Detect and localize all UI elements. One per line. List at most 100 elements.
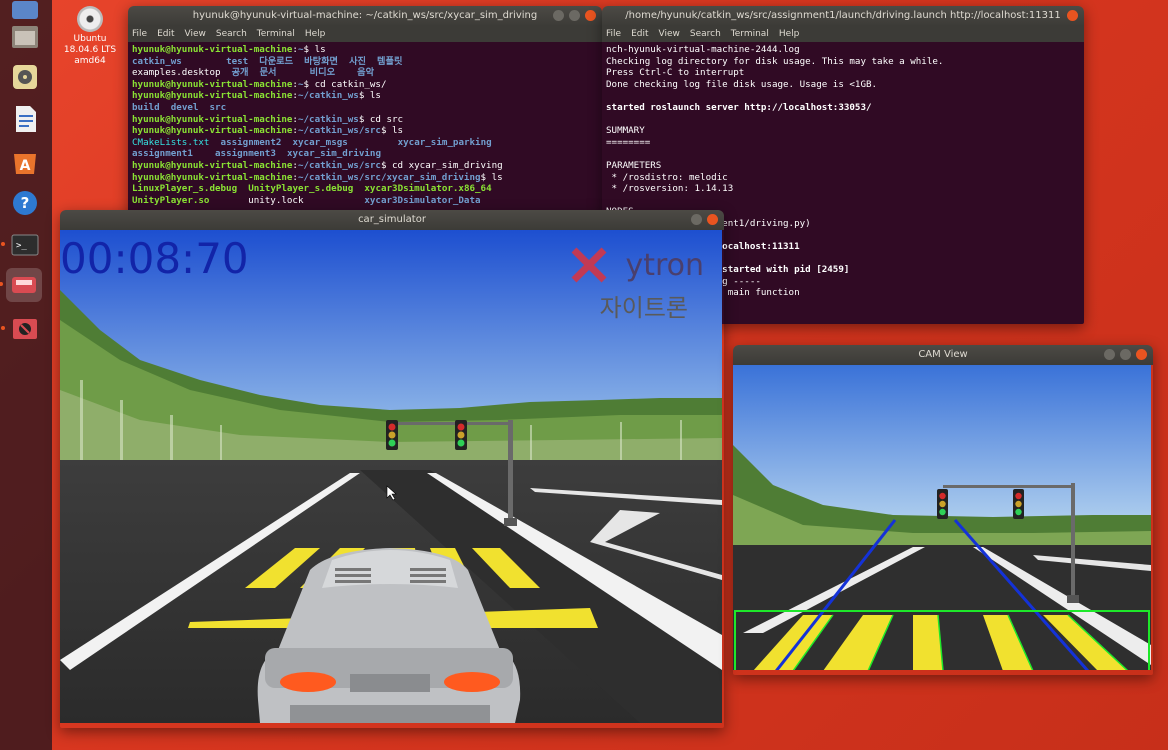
terminal-text: 다운로드: [259, 55, 294, 67]
terminal-line: LinuxPlayer_s.debug UnityPlayer_s.debug …: [132, 183, 598, 195]
terminal-text: examples.desktop: [132, 67, 232, 79]
terminal-1-output[interactable]: hyunuk@hyunuk-virtual-machine:~$ ls catki…: [128, 42, 602, 218]
terminal-text: assignment3: [215, 148, 276, 160]
terminal-window-1[interactable]: hyunuk@hyunuk-virtual-machine: ~/catkin_…: [128, 6, 602, 218]
menu-search[interactable]: Search: [690, 26, 721, 42]
help-icon[interactable]: ?: [8, 186, 42, 220]
terminal-text: test: [226, 55, 249, 67]
terminal-line: UnityPlayer.so unity.lock xycar3Dsimulat…: [132, 195, 598, 207]
terminal-icon[interactable]: >_: [1, 228, 42, 262]
simulator-viewport[interactable]: 00:08:70 ytron 자이트론: [60, 230, 722, 723]
terminal-1-menubar: File Edit View Search Terminal Help: [128, 26, 602, 42]
minimize-icon[interactable]: [1104, 349, 1115, 360]
terminal-text: Checking log directory for disk usage. T…: [606, 55, 944, 67]
terminal-line: nch-hyunuk-virtual-machine-2444.log: [606, 44, 1080, 56]
rhythmbox-icon[interactable]: [8, 60, 42, 94]
desktop-icon-label-3: amd64: [74, 56, 106, 66]
menu-view[interactable]: View: [185, 26, 206, 42]
terminal-text: 공개: [231, 67, 249, 79]
terminal-text: * /rosdistro: melodic: [606, 171, 728, 183]
terminal-text: ~/catkin_ws/src/xycar_sim_driving: [297, 171, 481, 183]
car-simulator-window[interactable]: car_simulator 00:08:70 ytron 자이트론: [60, 210, 724, 728]
terminal-1-titlebar[interactable]: hyunuk@hyunuk-virtual-machine: ~/catkin_…: [128, 6, 602, 26]
terminal-1-title: hyunuk@hyunuk-virtual-machine: ~/catkin_…: [192, 10, 538, 21]
terminal-line: Checking log directory for disk usage. T…: [606, 56, 1080, 68]
menu-help[interactable]: Help: [779, 26, 800, 42]
simulator-titlebar[interactable]: car_simulator: [60, 210, 724, 230]
menu-edit[interactable]: Edit: [157, 26, 174, 42]
close-icon[interactable]: [1136, 349, 1147, 360]
cam-view-title: CAM View: [918, 349, 968, 360]
cam-view-window[interactable]: CAM View: [733, 345, 1153, 675]
ubuntu-desktop-icon[interactable]: Ubuntu 18.04.6 LTS amd64: [62, 6, 118, 67]
maximize-icon[interactable]: [569, 10, 580, 21]
terminal-text: $ ls: [303, 44, 326, 55]
close-icon[interactable]: [1067, 10, 1078, 21]
car-simulator-icon[interactable]: [0, 268, 42, 302]
terminal-text: started roslaunch server http://localhos…: [606, 101, 872, 113]
terminal-text: UnityPlayer_s.debug: [248, 183, 354, 195]
menu-search[interactable]: Search: [216, 26, 247, 42]
terminal-text: hyunuk@hyunuk-virtual-machine: [132, 159, 293, 171]
brand-name-korean: 자이트론: [599, 294, 688, 322]
terminal-text: $ ls: [358, 90, 381, 102]
software-center-icon[interactable]: A: [8, 144, 42, 178]
terminal-2-titlebar[interactable]: /home/hyunuk/catkin_ws/src/assignment1/l…: [602, 6, 1084, 26]
terminal-text: $ ls: [480, 171, 503, 183]
terminal-text: 비디오: [309, 67, 336, 79]
terminal-text: $ cd xycar_sim_driving: [380, 159, 503, 171]
terminal-text: src: [209, 101, 227, 113]
terminal-text: $ ls: [380, 125, 404, 137]
terminal-text: UnityPlayer.so: [132, 194, 210, 206]
cam-view-viewport[interactable]: [733, 365, 1151, 670]
menu-file[interactable]: File: [132, 26, 147, 42]
terminal-text: LinuxPlayer_s.debug: [132, 183, 238, 195]
minimize-icon[interactable]: [553, 10, 564, 21]
menu-edit[interactable]: Edit: [631, 26, 648, 42]
terminal-text: Done checking log file disk usage. Usage…: [606, 78, 878, 90]
terminal-text: SUMMARY: [606, 125, 645, 137]
terminal-text: hyunuk@hyunuk-virtual-machine: [132, 171, 293, 183]
terminal-line: hyunuk@hyunuk-virtual-machine:~$ cd catk…: [132, 79, 598, 91]
terminal-text: hyunuk@hyunuk-virtual-machine: [132, 78, 293, 90]
cam-view-titlebar[interactable]: CAM View: [733, 345, 1153, 365]
menu-file[interactable]: File: [606, 26, 621, 42]
svg-text:A: A: [20, 158, 31, 174]
close-icon[interactable]: [707, 214, 718, 225]
menu-view[interactable]: View: [659, 26, 680, 42]
menu-terminal[interactable]: Terminal: [731, 26, 769, 42]
terminal-text: ~/catkin_ws: [297, 90, 359, 102]
desktop-icon-label-2: 18.04.6 LTS: [63, 45, 117, 55]
terminal-text: PARAMETERS: [606, 159, 662, 171]
cam-view-icon[interactable]: [1, 312, 42, 346]
terminal-line: hyunuk@hyunuk-virtual-machine:~/catkin_w…: [132, 125, 598, 137]
terminal-text: xycar3Dsimulator_Data: [364, 194, 481, 206]
close-icon[interactable]: [585, 10, 596, 21]
menu-terminal[interactable]: Terminal: [257, 26, 295, 42]
terminal-line: ========: [606, 137, 1080, 149]
disc-icon: [77, 6, 103, 32]
cam-scene: [733, 365, 1151, 670]
maximize-icon[interactable]: [1120, 349, 1131, 360]
menu-help[interactable]: Help: [305, 26, 326, 42]
files-icon[interactable]: [8, 20, 42, 54]
text-editor-icon[interactable]: [8, 102, 42, 136]
terminal-line: catkin_ws test 다운로드 바탕화면 사진 템플릿: [132, 56, 598, 68]
terminal-line: build devel src: [132, 102, 598, 114]
terminal-text: ========: [606, 136, 651, 148]
terminal-text: Press Ctrl-C to interrupt: [606, 67, 745, 79]
terminal-text: ~/catkin_ws/src: [297, 159, 381, 171]
minimize-icon[interactable]: [691, 214, 702, 225]
